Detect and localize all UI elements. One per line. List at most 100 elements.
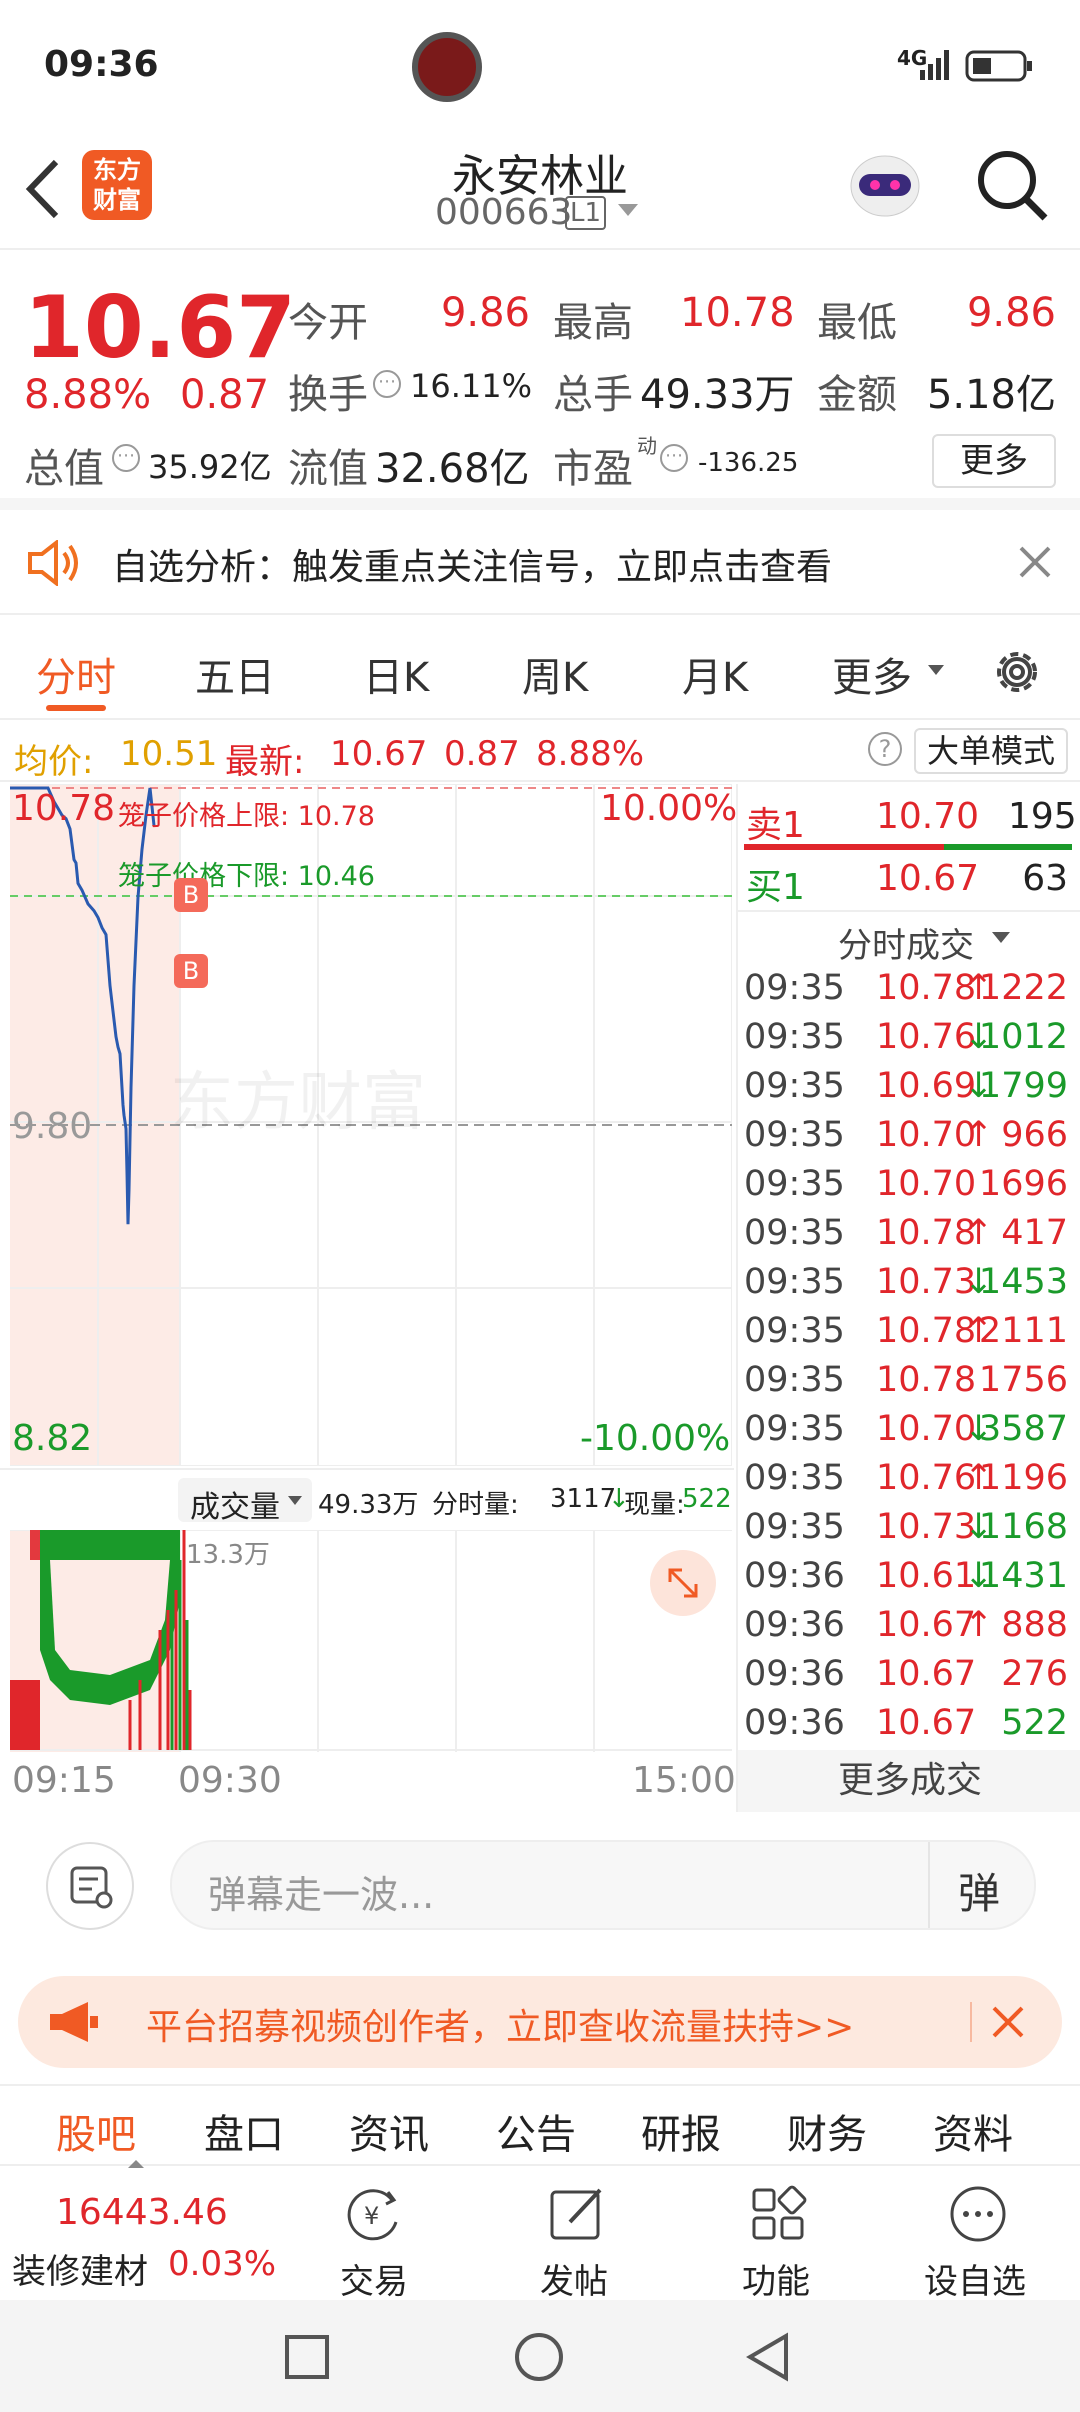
- ask-bar: [744, 844, 944, 850]
- function-button[interactable]: 功能: [742, 2254, 810, 2303]
- info-icon[interactable]: ⋯: [112, 444, 140, 472]
- volume-selector[interactable]: 成交量: [178, 1478, 312, 1525]
- pe-value: -136.25: [698, 448, 799, 478]
- home-icon[interactable]: [514, 2332, 564, 2382]
- trade-volume: 1799: [978, 1066, 1068, 1106]
- trade-volume: 1012: [978, 1017, 1068, 1057]
- tab-profile[interactable]: 资料: [933, 2102, 1013, 2160]
- info-icon[interactable]: ⋯: [373, 370, 401, 398]
- edit-icon[interactable]: [548, 2184, 608, 2244]
- volume-header: 成交量 49.33万 分时量: 3117 ↓ 现量: 522: [0, 1468, 734, 1528]
- trade-price: 10.76: [876, 1017, 977, 1057]
- latest-value: 10.67: [330, 734, 428, 774]
- tab-week-k[interactable]: 周K: [522, 645, 588, 703]
- trade-row: 09:35 10.76 ↓ 1012: [738, 1017, 1080, 1066]
- expand-icon[interactable]: [650, 1550, 716, 1616]
- tab-announcements[interactable]: 公告: [496, 2102, 576, 2160]
- sector-name[interactable]: 装修建材: [12, 2244, 148, 2293]
- trade-price: 10.61: [876, 1556, 977, 1596]
- close-icon[interactable]: [1017, 544, 1053, 580]
- tab-finance[interactable]: 财务: [787, 2102, 867, 2160]
- trade-volume: 1222: [978, 968, 1068, 1008]
- trade-row: 09:35 10.73 ↓ 1453: [738, 1262, 1080, 1311]
- chevron-down-icon[interactable]: [618, 204, 638, 216]
- tab-month-k[interactable]: 月K: [682, 645, 748, 703]
- fenshi-value: 3117: [550, 1484, 617, 1514]
- y-bottom-label: 8.82: [12, 1418, 93, 1459]
- recent-apps-icon[interactable]: [284, 2334, 330, 2380]
- add-watchlist-button[interactable]: 设自选: [924, 2254, 1026, 2303]
- notice-text: 自选分析：触发重点关注信号，立即点击查看: [112, 547, 833, 588]
- trade-row: 09:36 10.61 ↓ 1431: [738, 1556, 1080, 1605]
- big-order-mode-button[interactable]: 大单模式: [914, 728, 1068, 774]
- chart-tabs: 分时 五日 日K 周K 月K 更多: [0, 615, 1080, 720]
- speaker-icon: [26, 540, 82, 586]
- close-icon[interactable]: [990, 2004, 1026, 2040]
- sector-index-value[interactable]: 16443.46: [56, 2192, 228, 2233]
- promo-banner[interactable]: 平台招募视频创作者，立即查收流量扶持>>: [18, 1976, 1062, 2068]
- tab-five-day[interactable]: 五日: [195, 645, 275, 703]
- info-icon[interactable]: ⋯: [660, 444, 688, 472]
- divider: [928, 1842, 930, 1928]
- intraday-chart[interactable]: 东方财富 10.78 笼子价格上限: 10.78 笼子价格下限: 10.46 1…: [10, 784, 737, 1466]
- app-logo-icon: [412, 32, 482, 102]
- level-badge[interactable]: L1: [565, 196, 607, 230]
- trade-volume: 1168: [978, 1507, 1068, 1547]
- buy-marker[interactable]: B: [174, 954, 208, 988]
- more-circle-icon[interactable]: [948, 2184, 1008, 2244]
- trade-price: 10.70: [876, 1115, 977, 1155]
- trade-price: 10.78: [876, 968, 977, 1008]
- tab-research[interactable]: 研报: [641, 2102, 721, 2160]
- danmu-settings-icon[interactable]: [46, 1842, 134, 1930]
- trades-title[interactable]: 分时成交: [838, 918, 974, 967]
- chevron-down-icon[interactable]: [992, 932, 1010, 943]
- trade-row: 09:35 10.76 ↑ 1196: [738, 1458, 1080, 1507]
- tab-more[interactable]: 更多: [832, 645, 912, 703]
- gear-icon[interactable]: [990, 645, 1044, 699]
- danmu-input[interactable]: 弹幕走一波... 弹: [170, 1840, 1036, 1930]
- more-button[interactable]: 更多: [932, 434, 1056, 488]
- trade-price: 10.73: [876, 1262, 977, 1302]
- back-nav-icon[interactable]: [744, 2332, 794, 2382]
- trade-volume: 2111: [978, 1311, 1068, 1351]
- trade-button[interactable]: 交易: [340, 2254, 408, 2303]
- fenshi-label: 分时量:: [432, 1490, 519, 1520]
- divider: [738, 910, 1080, 912]
- stock-header: 东方财富 永安林业 000663 L1: [0, 140, 1080, 250]
- volume-chart[interactable]: 13.3万: [10, 1529, 732, 1752]
- tab-pankou[interactable]: 盘口: [204, 2102, 284, 2160]
- chevron-up-icon[interactable]: [128, 2160, 144, 2168]
- post-button[interactable]: 发帖: [540, 2254, 608, 2303]
- notice-bar[interactable]: 自选分析：触发重点关注信号，立即点击查看: [0, 510, 1080, 615]
- buy-marker[interactable]: B: [174, 878, 208, 912]
- tab-news[interactable]: 资讯: [349, 2102, 429, 2160]
- open-value: 9.86: [440, 290, 530, 336]
- danmu-send-button[interactable]: 弹: [958, 1860, 1000, 1921]
- trade-row: 09:35 10.70 ↓ 3587: [738, 1409, 1080, 1458]
- yuan-cycle-icon[interactable]: ¥: [344, 2184, 404, 2244]
- amount-label: 金额: [817, 372, 897, 418]
- more-trades-button[interactable]: 更多成交: [738, 1750, 1080, 1812]
- chevron-down-icon[interactable]: [928, 665, 944, 675]
- tab-guba[interactable]: 股吧: [56, 2102, 136, 2160]
- system-nav-bar: [0, 2300, 1080, 2412]
- help-icon[interactable]: ?: [868, 732, 902, 766]
- trade-volume: 522: [1001, 1703, 1068, 1743]
- danmu-bar: 弹幕走一波... 弹: [0, 1812, 1080, 1952]
- trade-row: 09:35 10.69 ↓ 1799: [738, 1066, 1080, 1115]
- open-label: 今开: [288, 300, 368, 346]
- tab-fenshi[interactable]: 分时: [36, 645, 116, 703]
- now-label: 现量:: [624, 1490, 685, 1520]
- y-top-label: 10.78: [12, 788, 116, 829]
- time-end-label: 15:00: [632, 1760, 736, 1801]
- trade-row: 09:35 10.78 ↑ 417: [738, 1213, 1080, 1262]
- tab-day-k[interactable]: 日K: [363, 645, 429, 703]
- trade-time: 09:35: [744, 1311, 845, 1351]
- search-icon[interactable]: [975, 148, 1049, 222]
- trade-volume: 276: [1001, 1654, 1068, 1694]
- robot-assistant-icon[interactable]: [845, 144, 925, 224]
- time-start-label: 09:15: [12, 1760, 116, 1801]
- latest-label: 最新:: [225, 742, 305, 782]
- trade-volume: 417: [1001, 1213, 1068, 1253]
- grid-icon[interactable]: [748, 2184, 808, 2244]
